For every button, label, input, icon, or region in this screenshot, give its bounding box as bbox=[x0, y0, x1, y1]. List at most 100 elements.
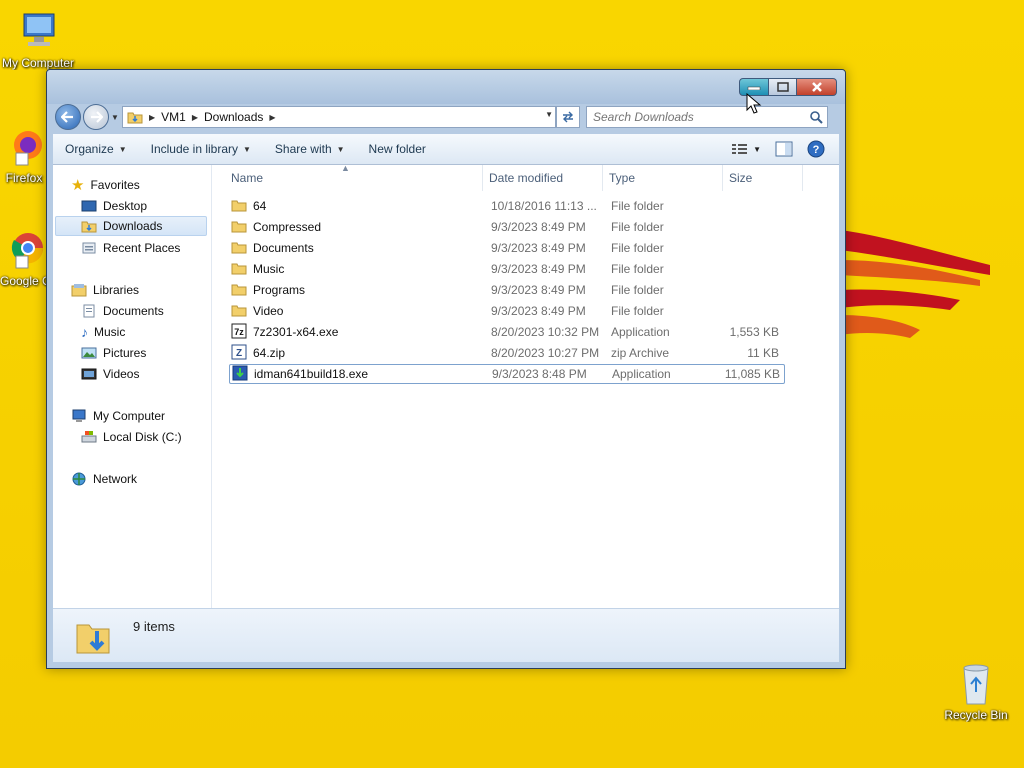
explorer-window: ▼ ▶ VM1 ▶ Downloads ▶ ▼ Organize ▼ Inclu… bbox=[46, 69, 846, 669]
desktop-icon-my-computer[interactable]: My Computer bbox=[0, 10, 76, 70]
share-with-label: Share with bbox=[274, 142, 332, 156]
file-row[interactable]: 64 10/18/2016 11:13 ... File folder bbox=[229, 196, 785, 216]
refresh-button[interactable] bbox=[556, 106, 580, 128]
back-button[interactable] bbox=[55, 104, 81, 130]
maximize-button[interactable] bbox=[769, 78, 797, 96]
file-row[interactable]: Compressed 9/3/2023 8:49 PM File folder bbox=[229, 217, 785, 237]
file-date-modified: 9/3/2023 8:49 PM bbox=[491, 241, 586, 255]
breadcrumb-separator-icon[interactable]: ▶ bbox=[192, 113, 198, 122]
desktop-icon-label: My Computer bbox=[1, 56, 75, 70]
share-with-menu[interactable]: Share with ▼ bbox=[263, 134, 357, 164]
downloads-folder-icon bbox=[81, 221, 97, 233]
nav-recent-places[interactable]: Recent Places bbox=[81, 238, 180, 258]
star-icon: ★ bbox=[71, 177, 85, 194]
desktop-icon-label: Firefox bbox=[5, 171, 43, 185]
column-header-date-modified[interactable]: Date modified bbox=[483, 165, 603, 191]
file-name-cell: 64 bbox=[229, 198, 487, 215]
file-date-modified: 9/3/2023 8:49 PM bbox=[491, 283, 586, 297]
file-row[interactable]: Music 9/3/2023 8:49 PM File folder bbox=[229, 259, 785, 279]
window-title-bar[interactable] bbox=[47, 70, 845, 104]
desktop-icon bbox=[81, 200, 97, 212]
search-input[interactable] bbox=[593, 110, 793, 124]
pictures-icon bbox=[81, 347, 97, 359]
preview-pane-icon[interactable] bbox=[775, 141, 793, 157]
desktop-icon-chrome[interactable]: Google Chrome bbox=[0, 228, 48, 288]
file-name: 64.zip bbox=[253, 346, 286, 360]
column-headers: ▲ Name Date modified Type Size bbox=[213, 163, 839, 191]
file-row[interactable]: idman641build18.exe 9/3/2023 8:48 PM Appli… bbox=[229, 364, 785, 384]
file-name: Compressed bbox=[253, 220, 322, 234]
nav-network[interactable]: Network bbox=[71, 469, 137, 489]
nav-downloads[interactable]: Downloads bbox=[55, 216, 207, 236]
nav-desktop[interactable]: Desktop bbox=[81, 196, 147, 216]
address-bar[interactable]: ▶ VM1 ▶ Downloads ▶ ▼ bbox=[122, 106, 556, 128]
file-name-cell: 7z 7z2301-x64.exe bbox=[229, 323, 487, 342]
include-in-library-menu[interactable]: Include in library ▼ bbox=[139, 134, 263, 164]
forward-button[interactable] bbox=[83, 104, 109, 130]
close-button[interactable] bbox=[797, 78, 837, 96]
desktop-icon-recycle-bin[interactable]: Recycle Bin bbox=[936, 662, 1016, 722]
column-header-size[interactable]: Size bbox=[723, 165, 803, 191]
recent-places-icon bbox=[82, 242, 96, 254]
search-box[interactable] bbox=[586, 106, 828, 128]
desktop-icon-firefox[interactable]: Firefox bbox=[0, 125, 48, 185]
column-type-label: Type bbox=[609, 171, 636, 185]
new-folder-label: New folder bbox=[368, 142, 426, 156]
file-name: Programs bbox=[253, 283, 306, 297]
mouse-cursor-icon bbox=[746, 93, 762, 114]
search-icon[interactable] bbox=[809, 110, 823, 124]
file-type: zip Archive bbox=[611, 346, 670, 360]
nav-label: Network bbox=[93, 472, 138, 486]
maximize-icon bbox=[776, 82, 789, 92]
file-size: 1,553 KB bbox=[729, 325, 779, 339]
folder-icon bbox=[231, 261, 247, 278]
libraries-icon bbox=[71, 284, 87, 297]
wallpaper-flare bbox=[840, 230, 990, 338]
nav-my-computer[interactable]: My Computer bbox=[71, 406, 165, 426]
downloads-folder-icon bbox=[76, 624, 110, 654]
nav-documents[interactable]: Documents bbox=[81, 301, 164, 321]
chevron-down-icon: ▼ bbox=[243, 144, 251, 154]
view-options-dropdown-icon[interactable]: ▼ bbox=[753, 145, 761, 154]
breadcrumb-downloads[interactable]: Downloads bbox=[204, 110, 263, 124]
folder-icon bbox=[231, 198, 247, 215]
help-icon[interactable]: ? bbox=[807, 140, 825, 158]
nav-videos[interactable]: Videos bbox=[81, 364, 139, 384]
toolbar-right: ▼ ? bbox=[731, 140, 839, 158]
folder-icon bbox=[231, 240, 247, 257]
address-dropdown-icon[interactable]: ▼ bbox=[545, 110, 553, 119]
organize-menu[interactable]: Organize ▼ bbox=[53, 134, 139, 164]
file-name: idman641build18.exe bbox=[254, 367, 369, 381]
file-row[interactable]: Z 64.zip 8/20/2023 10:27 PM zip Archive 11 K… bbox=[229, 343, 785, 363]
nav-favorites[interactable]: ★ Favorites bbox=[71, 175, 140, 195]
file-name: Video bbox=[253, 304, 284, 318]
chevron-down-icon: ▼ bbox=[118, 144, 127, 154]
file-date-modified: 9/3/2023 8:48 PM bbox=[492, 367, 587, 381]
file-type: File folder bbox=[611, 304, 664, 318]
nav-label: Favorites bbox=[90, 178, 140, 192]
firefox-icon bbox=[14, 131, 42, 166]
file-type: File folder bbox=[611, 241, 664, 255]
file-name: Documents bbox=[253, 241, 314, 255]
include-in-library-label: Include in library bbox=[150, 142, 238, 156]
file-date-modified: 8/20/2023 10:27 PM bbox=[491, 346, 600, 360]
videos-icon bbox=[81, 368, 97, 380]
breadcrumb-vm1[interactable]: VM1 bbox=[161, 110, 186, 124]
nav-pictures[interactable]: Pictures bbox=[81, 343, 146, 363]
view-options-icon[interactable] bbox=[731, 142, 749, 156]
file-row[interactable]: Documents 9/3/2023 8:49 PM File folder bbox=[229, 238, 785, 258]
recent-pages-dropdown[interactable]: ▼ bbox=[110, 107, 120, 127]
new-folder-button[interactable]: New folder bbox=[357, 134, 438, 164]
file-row[interactable]: Programs 9/3/2023 8:49 PM File folder bbox=[229, 280, 785, 300]
file-row[interactable]: 7z 7z2301-x64.exe 8/20/2023 10:32 PM Applic… bbox=[229, 322, 785, 342]
column-header-type[interactable]: Type bbox=[603, 165, 723, 191]
column-header-name[interactable]: ▲ Name bbox=[213, 163, 483, 191]
nav-music[interactable]: ♪ Music bbox=[81, 322, 125, 342]
nav-local-disk[interactable]: Local Disk (C:) bbox=[81, 427, 182, 447]
chrome-icon bbox=[11, 233, 44, 269]
breadcrumb-separator-icon[interactable]: ▶ bbox=[269, 113, 275, 122]
file-date-modified: 9/3/2023 8:49 PM bbox=[491, 262, 586, 276]
file-row[interactable]: Video 9/3/2023 8:49 PM File folder bbox=[229, 301, 785, 321]
nav-libraries[interactable]: Libraries bbox=[71, 280, 139, 300]
breadcrumb-separator-icon[interactable]: ▶ bbox=[149, 113, 155, 122]
